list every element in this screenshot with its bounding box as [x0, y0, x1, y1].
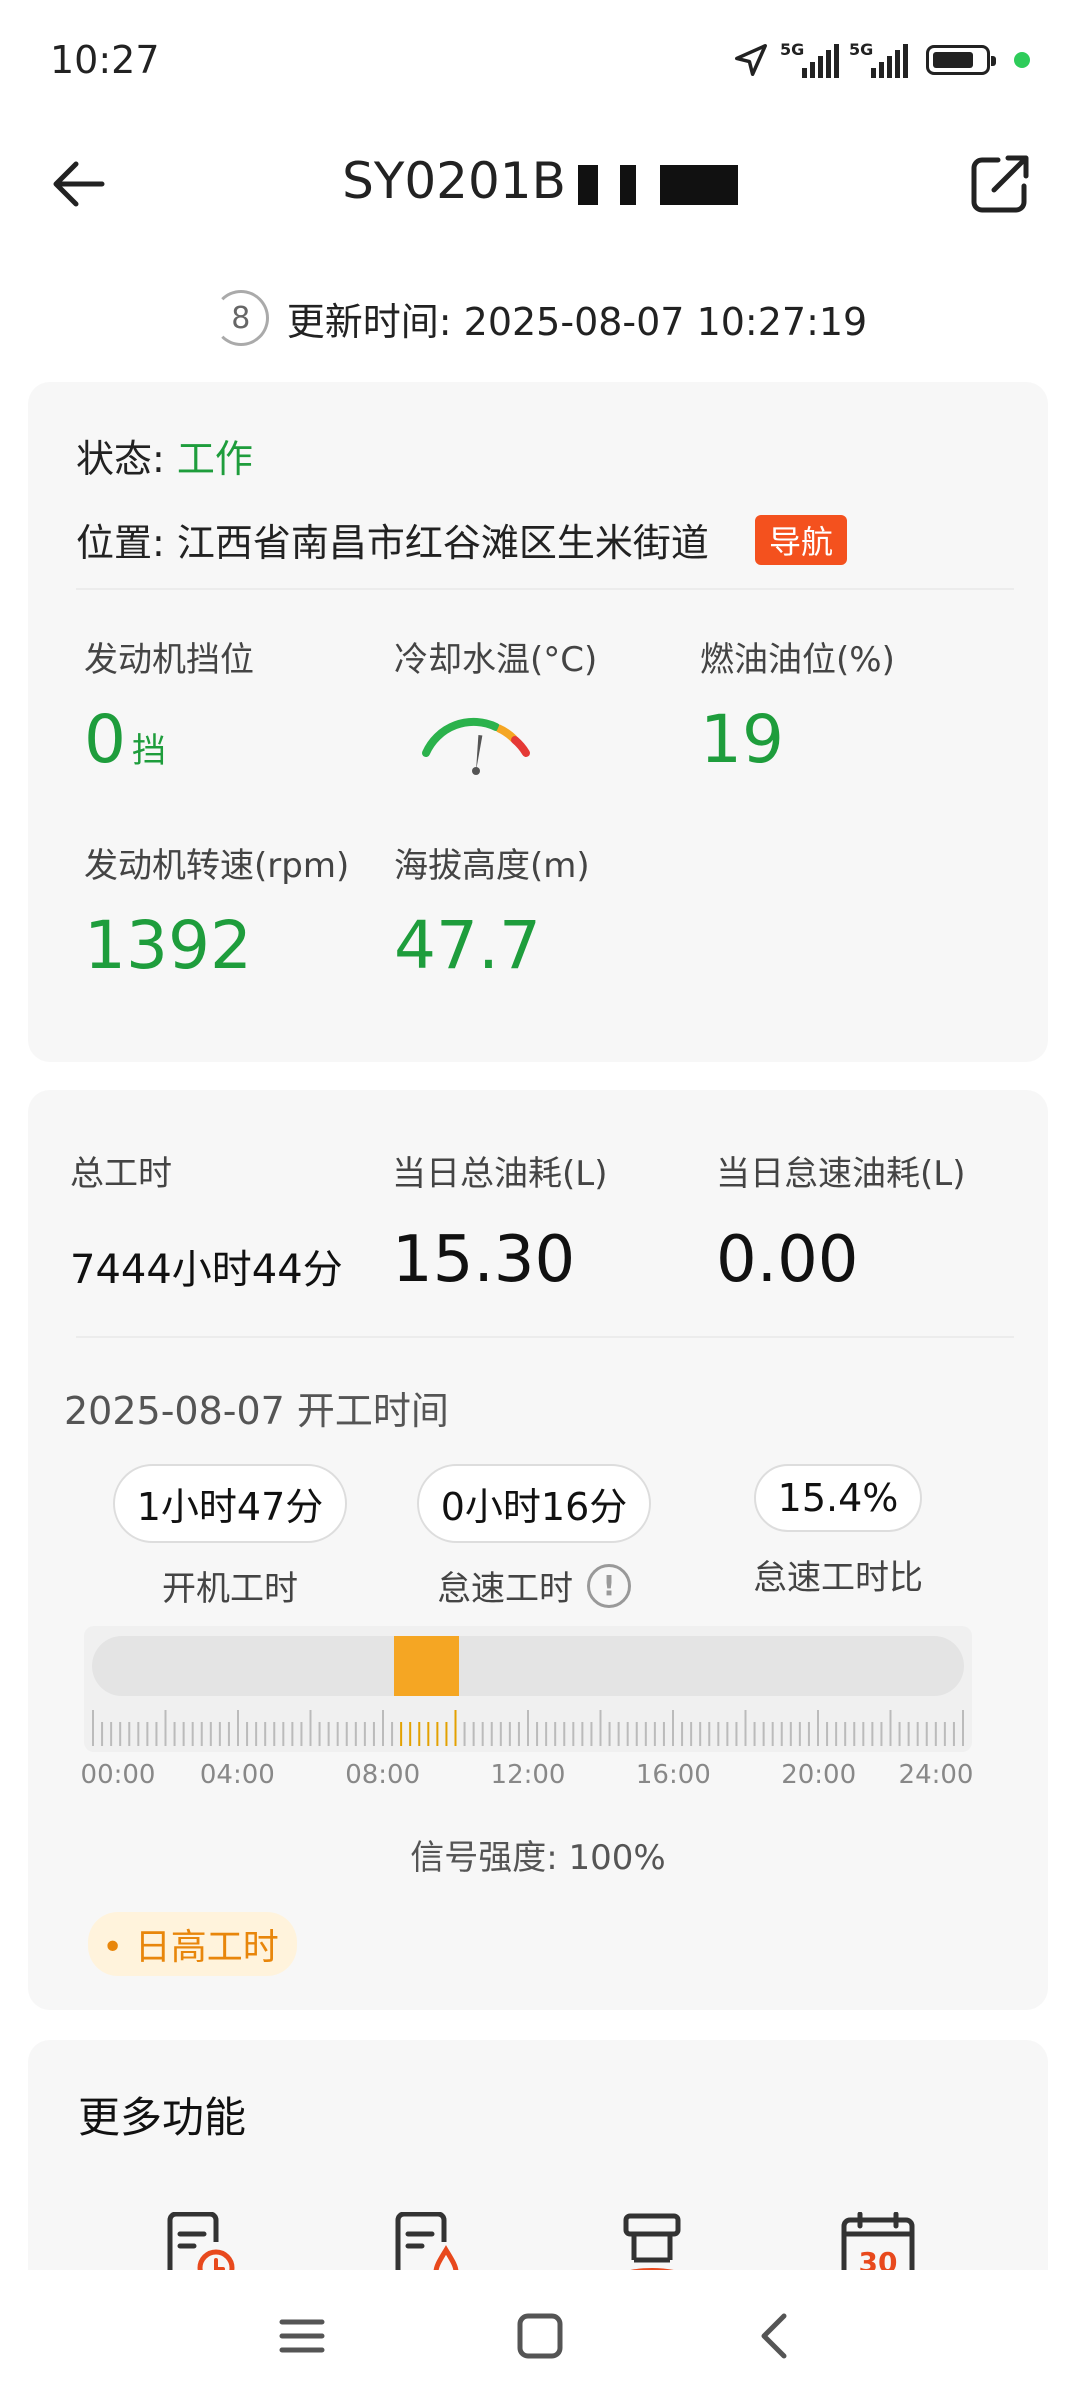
stat-idle-fuel: 当日怠速油耗(L) 0.00 [716, 1146, 965, 1297]
stat-daily-fuel: 当日总油耗(L) 15.30 [392, 1146, 607, 1297]
stat-value: 7444小时44分 [70, 1247, 343, 1293]
metric-label: 冷却水温(°C) [394, 640, 598, 680]
metric-value: 19 [700, 701, 784, 778]
metric-value: 1392 [84, 907, 252, 984]
daily-high-hours-tag[interactable]: • 日高工时 [88, 1912, 297, 1976]
status-label: 状态: [76, 437, 165, 481]
network-type: 5G [780, 40, 805, 59]
timeline-tick-label: 16:00 [635, 1760, 711, 1790]
stat-label: 总工时 [70, 1154, 172, 1194]
metric-coolant-temp: 冷却水温(°C) [394, 632, 597, 781]
status-bar: 10:27 5G 5G [0, 0, 1080, 126]
pill-idle-hours: 0小时16分 怠速工时! [394, 1464, 674, 1610]
pill-label: 怠速工时比 [753, 1550, 923, 1599]
pill-label: 开机工时 [162, 1561, 298, 1610]
metric-label: 发动机转速(rpm) [84, 846, 350, 886]
update-time-row: 8 更新时间: 2025-08-07 10:27:19 [0, 286, 1080, 350]
status-row: 状态: 工作 [76, 428, 253, 483]
location-arrow-icon [735, 44, 767, 76]
pill-label-text: 开机工时 [162, 1569, 298, 1609]
metric-engine-gear: 发动机挡位 0挡 [84, 632, 254, 778]
navigate-button[interactable]: 导航 [755, 515, 848, 565]
location-value: 江西省南昌市红谷滩区生米街道 [176, 521, 709, 565]
pill-label: 怠速工时! [437, 1561, 631, 1610]
timeline-work-segment [393, 1636, 459, 1696]
network-type: 5G [849, 40, 874, 59]
redacted-mask [567, 164, 738, 205]
divider [76, 1336, 1014, 1338]
app-header: SY0201B [0, 126, 1080, 246]
pill-label-text: 怠速工时 [437, 1569, 573, 1609]
signal-strength: 信号强度: 100% [410, 1838, 666, 1878]
info-icon[interactable]: ! [587, 1563, 631, 1608]
metric-label: 发动机挡位 [84, 640, 254, 680]
device-status-card: 状态: 工作 位置: 江西省南昌市红谷滩区生米街道 导航 发动机挡位 0挡 冷却… [28, 382, 1048, 1062]
page-title-text: SY0201B [342, 152, 566, 210]
metric-altitude: 海拔高度(m) 47.7 [394, 838, 590, 984]
work-date-label: 2025-08-07 开工时间 [64, 1389, 449, 1433]
status-icons: 5G 5G [732, 40, 1030, 80]
countdown-value: 8 [231, 300, 251, 336]
metric-label: 燃油油位(%) [700, 640, 895, 680]
timeline-tick-label: 08:00 [345, 1760, 421, 1790]
pill-value: 0小时16分 [416, 1464, 652, 1543]
metric-value: 47.7 [394, 907, 541, 984]
status-value: 工作 [176, 437, 253, 481]
timeline-ticks [92, 1710, 964, 1746]
temperature-gauge-icon [422, 717, 530, 775]
location-row: 位置: 江西省南昌市红谷滩区生米街道 导航 [76, 512, 848, 567]
pill-value: 1小时47分 [112, 1464, 348, 1543]
timeline-tick-label: 20:00 [781, 1760, 857, 1790]
refresh-countdown-icon[interactable]: 8 [212, 290, 269, 346]
pill-run-hours: 1小时47分 开机工时 [90, 1464, 370, 1610]
timeline-tick-label: 00:00 [80, 1760, 156, 1790]
metric-value: 0挡 [84, 701, 254, 778]
stat-value: 15.30 [392, 1223, 576, 1297]
stat-label: 当日总油耗(L) [392, 1154, 608, 1194]
more-functions-title: 更多功能 [78, 2093, 247, 2142]
metric-label: 海拔高度(m) [394, 846, 590, 886]
signal-icon: 5G [780, 40, 839, 78]
signal-icon: 5G [849, 40, 908, 78]
timeline-tick-label: 12:00 [490, 1760, 566, 1790]
metric-value-number: 0 [84, 701, 126, 778]
location-label: 位置: [76, 521, 165, 565]
timeline-track [92, 1636, 964, 1696]
timeline-tick-labels: 00:00 04:00 08:00 12:00 16:00 20:00 24:00 [80, 1760, 974, 1800]
system-navigation-bar [0, 2270, 1080, 2400]
stat-value: 0.00 [716, 1223, 859, 1297]
page-title: SY0201B [0, 152, 1080, 210]
pill-value: 15.4% [753, 1464, 923, 1532]
stat-label: 当日怠速油耗(L) [716, 1154, 966, 1194]
home-icon[interactable] [512, 2308, 568, 2364]
pill-idle-ratio: 15.4% 怠速工时比 [698, 1464, 978, 1599]
divider [76, 588, 1014, 590]
work-hours-card: 总工时 7444小时44分 当日总油耗(L) 15.30 当日怠速油耗(L) 0… [28, 1090, 1048, 2010]
timeline-tick-label: 24:00 [898, 1760, 974, 1790]
battery-icon [926, 45, 996, 75]
update-time-text: 更新时间: 2025-08-07 10:27:19 [286, 299, 868, 344]
pill-label-text: 怠速工时比 [753, 1558, 923, 1598]
external-link-icon[interactable] [964, 148, 1036, 220]
timeline-tick-label: 04:00 [199, 1760, 275, 1790]
status-time: 10:27 [50, 38, 160, 82]
privacy-indicator [1014, 52, 1030, 68]
back-icon[interactable] [748, 2308, 804, 2364]
metric-fuel-level: 燃油油位(%) 19 [700, 632, 895, 778]
menu-icon[interactable] [274, 2308, 330, 2364]
daily-tag-text: 日高工时 [134, 1927, 279, 1968]
work-timeline[interactable] [84, 1626, 972, 1752]
stat-total-hours: 总工时 7444小时44分 [70, 1146, 343, 1295]
metric-engine-rpm: 发动机转速(rpm) 1392 [84, 838, 349, 984]
metric-unit: 挡 [132, 731, 166, 771]
